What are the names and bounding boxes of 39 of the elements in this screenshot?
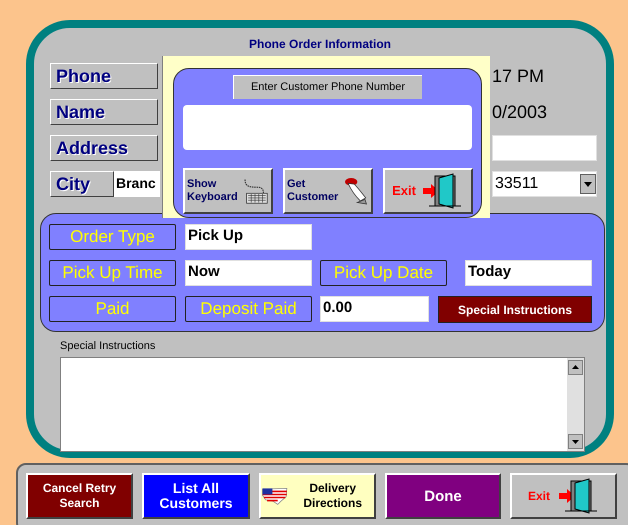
field-label: Order Type [49,224,176,250]
cancel-search-button[interactable]: Cancel Retry Search [26,473,133,519]
field-label: Deposit Paid [185,296,312,322]
city-field[interactable]: Branc [114,171,160,197]
field-label: Address [50,135,158,161]
field-label: City [50,171,114,197]
list-customers-button[interactable]: List All Customers [142,473,250,519]
zip-dropdown[interactable]: 33511 [492,171,597,197]
text-field[interactable]: Now [185,260,312,286]
text-field[interactable]: Pick Up [185,224,312,250]
status-text: 0/2003 [492,100,548,124]
done-button[interactable]: Done [385,473,501,519]
text-field[interactable]: Today [465,260,592,286]
form-title: Phone Order Information [248,37,391,51]
scroll-down-icon[interactable] [568,434,583,449]
button-label: Get Customer [287,178,340,204]
show-keyboard-button[interactable]: Show Keyboard [182,168,272,214]
phone-input[interactable] [183,104,472,150]
button-label: Exit [528,488,550,504]
field-label: Pick Up Date [320,260,447,286]
notes-label: Special Instructions [60,340,156,352]
field-label: Phone [50,63,158,89]
zip-value: 33511 [494,174,538,194]
button-label: Show Keyboard [187,178,239,204]
delivery-directions-button[interactable]: Delivery Directions [259,473,376,519]
button-label: Delivery Directions [302,481,364,511]
field-label: Pick Up Time [49,260,176,286]
text-field[interactable]: 0.00 [320,296,429,322]
field-label: Name [50,99,158,125]
field-label: Paid [49,296,176,322]
instructions-button[interactable]: Special Instructions [438,296,592,323]
scroll-up-icon[interactable] [568,360,583,375]
button-label: Exit [392,182,416,200]
text-field[interactable] [492,135,597,161]
notes-field[interactable] [60,357,585,452]
status-text: 17 PM [492,64,546,88]
scrollbar[interactable] [567,358,584,451]
get-customer-button[interactable]: Get Customer [282,168,372,214]
prompt-label: Enter Customer Phone Number [233,75,422,98]
